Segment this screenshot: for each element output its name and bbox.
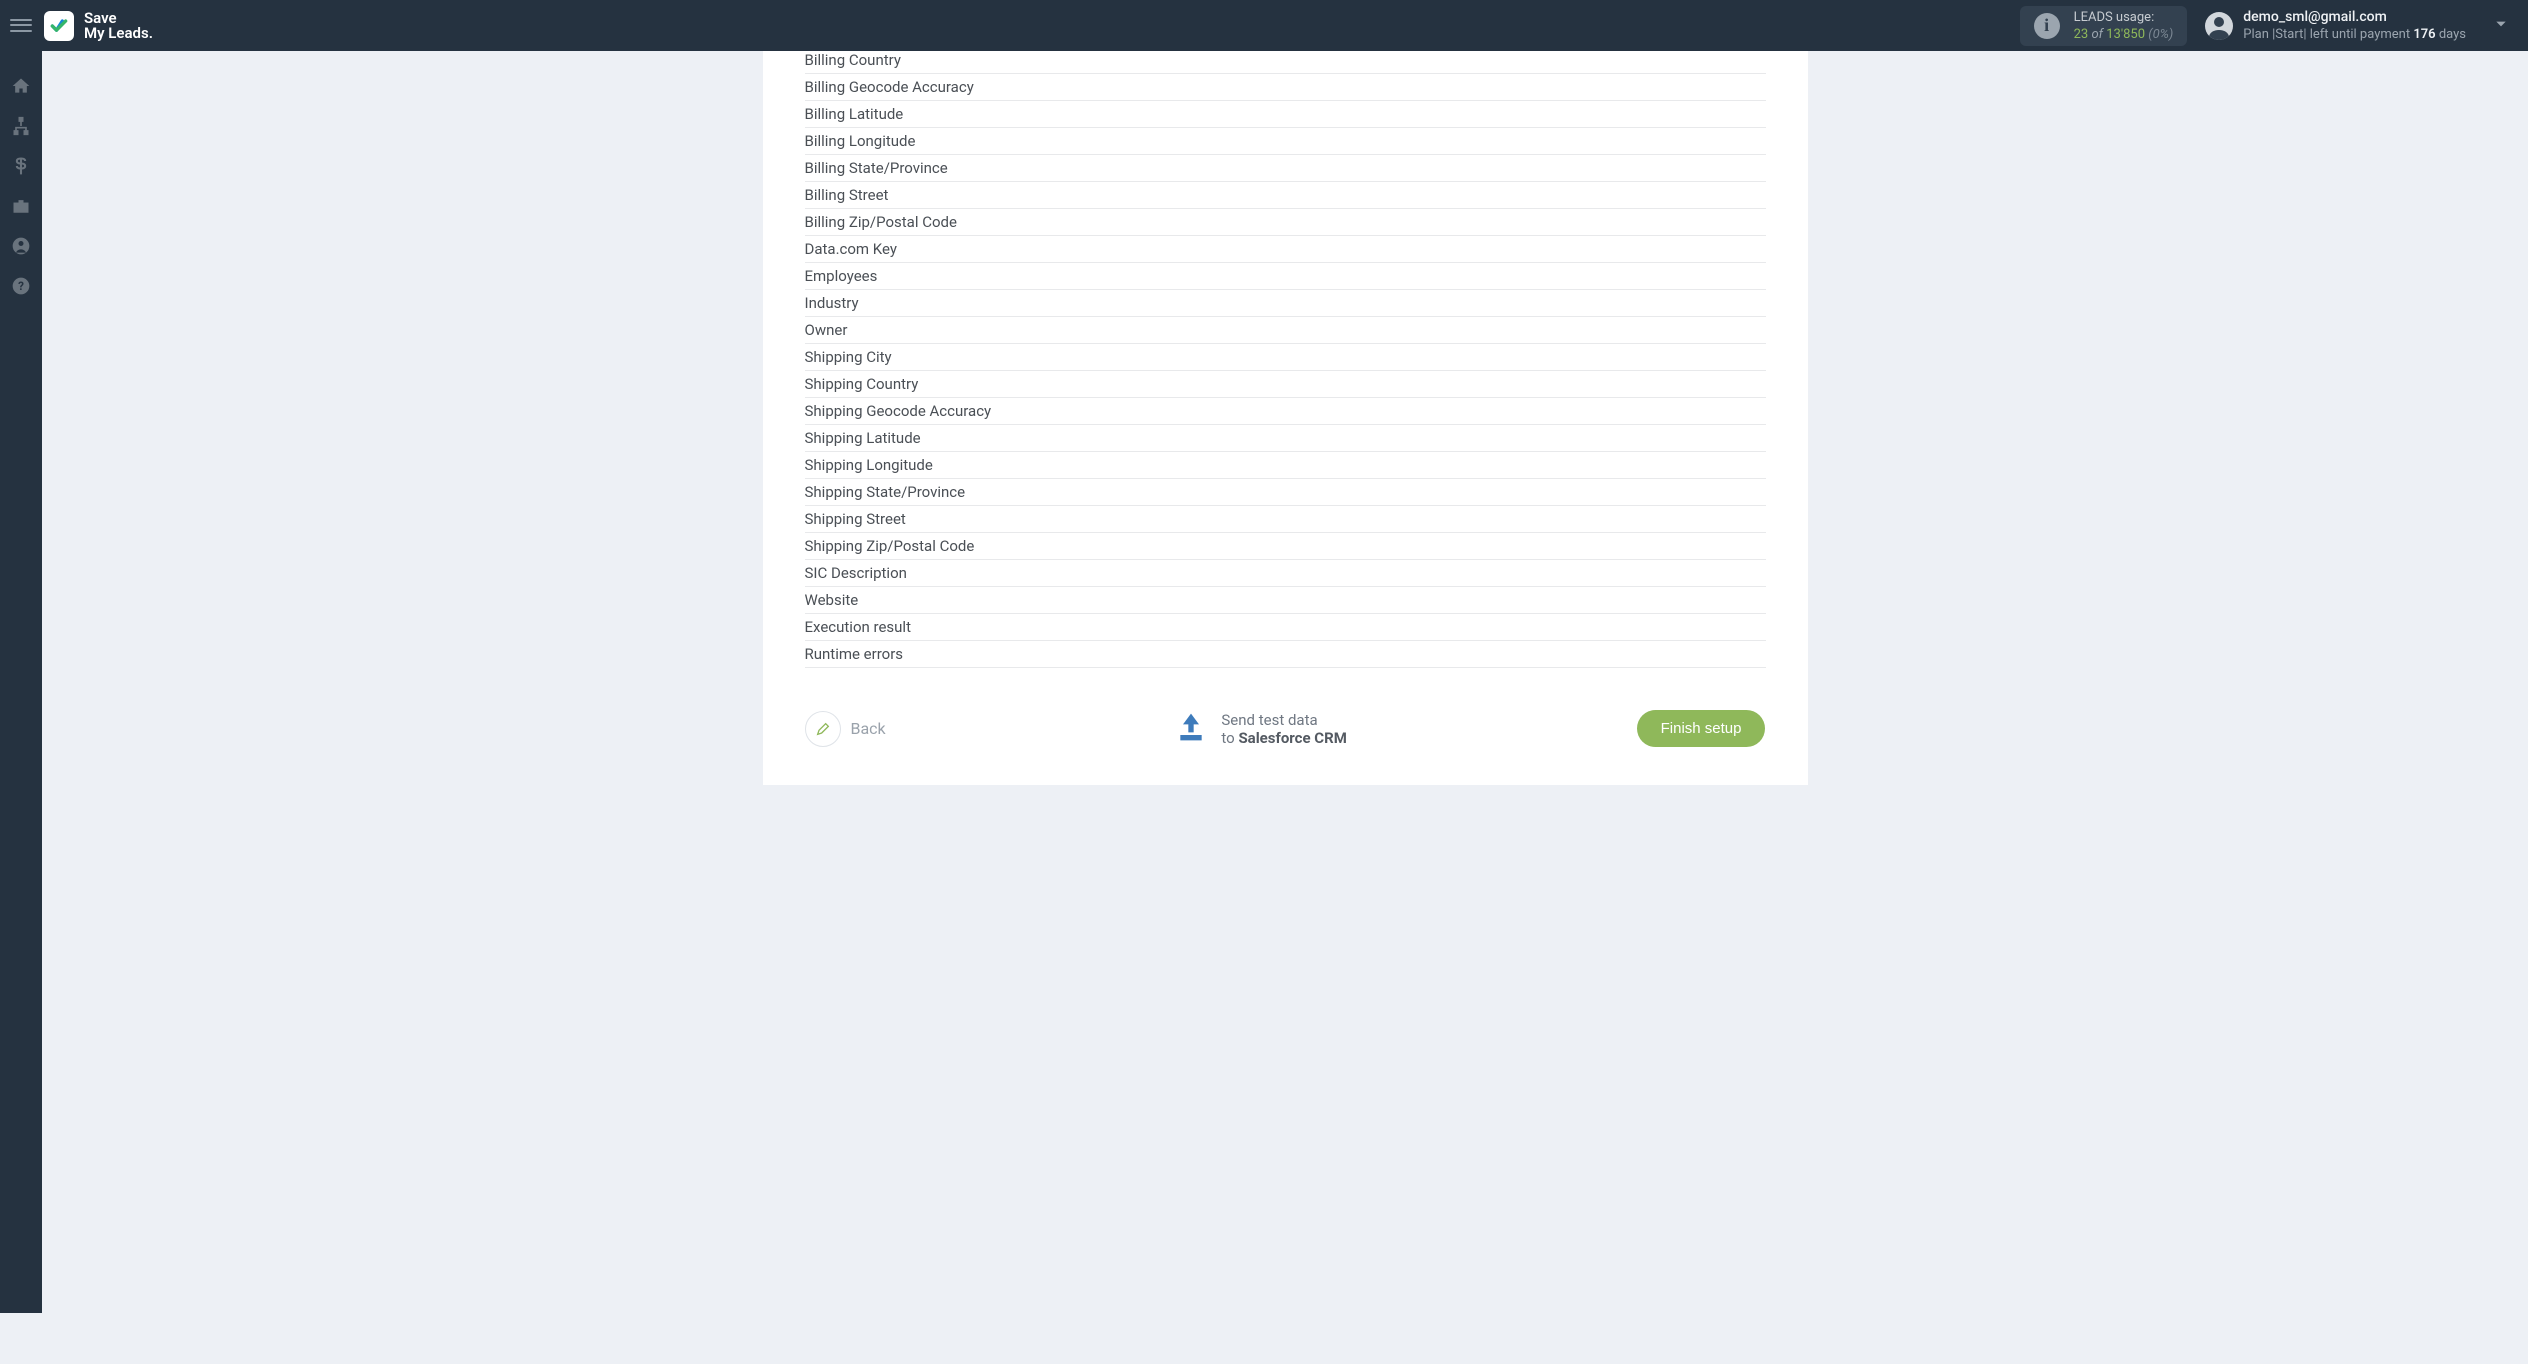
field-row[interactable]: Billing Street [805,182,1766,209]
field-row[interactable]: Billing Country [805,51,1766,74]
user-plan: Plan |Start| left until payment 176 days [2243,26,2466,43]
leads-of: of [2091,27,2106,42]
field-row[interactable]: Industry [805,290,1766,317]
footer-actions: Back Send test data to Salesforce CRM Fi… [805,710,1766,747]
nav-billing[interactable] [10,155,32,177]
field-row[interactable]: Billing Longitude [805,128,1766,155]
field-row[interactable]: Billing Zip/Postal Code [805,209,1766,236]
brand-text: Save My Leads [84,11,153,41]
field-row[interactable]: Shipping Zip/Postal Code [805,533,1766,560]
field-row[interactable]: Shipping Street [805,506,1766,533]
field-row[interactable]: Data.com Key [805,236,1766,263]
sitemap-icon [11,116,31,136]
dollar-icon [11,156,31,176]
leads-title: LEADS usage: [2074,9,2174,26]
send-test-text: Send test data to Salesforce CRM [1221,711,1346,747]
upload-icon [1175,711,1207,747]
field-row[interactable]: Shipping Latitude [805,425,1766,452]
user-circle-icon [11,236,31,256]
menu-toggle[interactable] [10,15,32,37]
field-row[interactable]: Website [805,587,1766,614]
avatar-icon[interactable] [2205,12,2233,40]
user-email: demo_sml@gmail.com [2243,9,2466,26]
leads-usage-badge[interactable]: i LEADS usage: 23 of 13'850 (0%) [2020,6,2188,46]
home-icon [11,76,31,96]
setup-card: Billing CountryBilling Geocode AccuracyB… [763,51,1808,785]
field-row[interactable]: Billing Latitude [805,101,1766,128]
field-row[interactable]: Owner [805,317,1766,344]
field-row[interactable]: SIC Description [805,560,1766,587]
send-test-button[interactable]: Send test data to Salesforce CRM [1175,711,1346,747]
field-list: Billing CountryBilling Geocode AccuracyB… [805,51,1766,668]
leads-percent: (0%) [2148,27,2173,42]
sidebar: ? [0,51,42,1313]
back-button[interactable]: Back [805,711,886,747]
finish-setup-button[interactable]: Finish setup [1637,710,1766,747]
back-label: Back [851,719,886,738]
svg-text:?: ? [18,279,24,293]
field-row[interactable]: Execution result [805,614,1766,641]
leads-used: 23 [2074,27,2089,42]
field-row[interactable]: Shipping Longitude [805,452,1766,479]
pencil-icon [815,721,831,737]
user-block[interactable]: demo_sml@gmail.com Plan |Start| left unt… [2243,9,2466,43]
field-row[interactable]: Shipping City [805,344,1766,371]
field-row[interactable]: Shipping State/Province [805,479,1766,506]
field-row[interactable]: Billing State/Province [805,155,1766,182]
help-icon: ? [11,276,31,296]
field-row[interactable]: Shipping Country [805,371,1766,398]
send-line1: Send test data [1221,711,1346,729]
chevron-down-icon [2494,17,2508,31]
info-icon: i [2034,13,2060,39]
check-logo-icon [49,16,69,36]
field-row[interactable]: Billing Geocode Accuracy [805,74,1766,101]
nav-help[interactable]: ? [10,275,32,297]
content-area[interactable]: Billing CountryBilling Geocode AccuracyB… [42,51,2528,1313]
topbar: Save My Leads i LEADS usage: 23 of 13'85… [0,0,2528,51]
back-circle [805,711,841,747]
leads-usage-text: LEADS usage: 23 of 13'850 (0%) [2074,9,2174,43]
field-row[interactable]: Runtime errors [805,641,1766,668]
nav-home[interactable] [10,75,32,97]
app-logo[interactable] [44,11,74,41]
briefcase-icon [11,196,31,216]
nav-connections[interactable] [10,115,32,137]
user-menu-chevron[interactable] [2484,6,2518,45]
leads-total: 13'850 [2106,27,2145,42]
send-line2: to Salesforce CRM [1221,729,1346,747]
nav-account[interactable] [10,235,32,257]
field-row[interactable]: Shipping Geocode Accuracy [805,398,1766,425]
brand-line2: My Leads [84,26,153,41]
field-row[interactable]: Employees [805,263,1766,290]
nav-briefcase[interactable] [10,195,32,217]
